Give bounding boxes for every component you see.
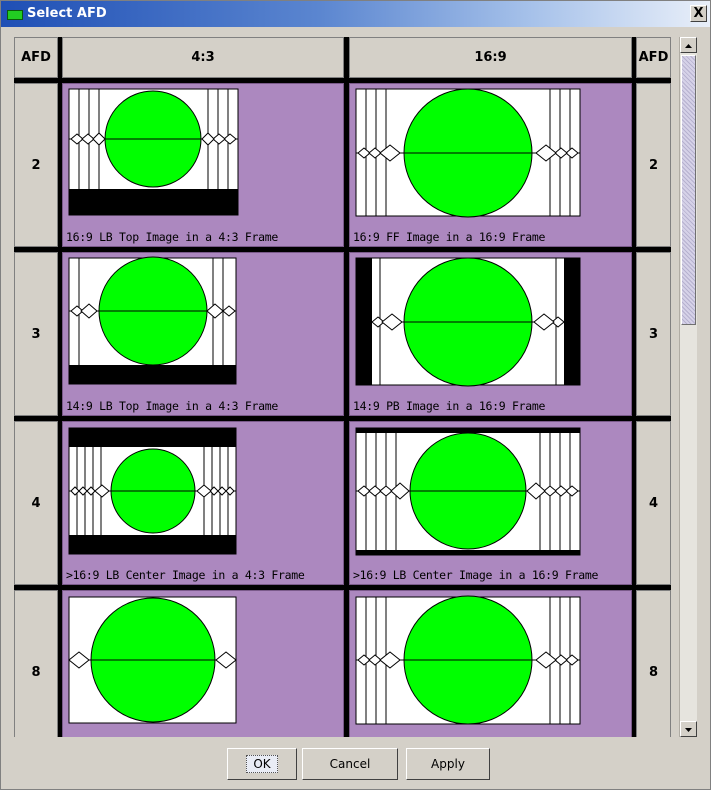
afd-row-label-right: 4 xyxy=(636,421,671,585)
option-caption: 14:9 PB Image in a 16:9 Frame xyxy=(353,399,546,413)
afd-option-16-9[interactable]: 14:9 PB Image in a 16:9 Frame xyxy=(349,252,632,416)
header-16-9: 16:9 xyxy=(349,37,632,78)
afd-option-4-3[interactable]: >16:9 LB Center Image in a 4:3 Frame xyxy=(62,421,344,585)
afd-row-label-right: 2 xyxy=(636,83,671,247)
option-caption: 16:9 FF Image in a 16:9 Frame xyxy=(353,230,546,244)
scroll-down-button[interactable] xyxy=(680,721,697,737)
title-bar[interactable]: Select AFD X xyxy=(1,1,710,27)
close-button[interactable]: X xyxy=(690,5,707,22)
window-app-icon xyxy=(7,10,23,20)
afd-table: AFD 4:3 16:9 AFD 2 16:9 LB Top Image in … xyxy=(14,37,671,737)
afd-3-16-9-diagram xyxy=(355,257,581,387)
afd-3-4-3-diagram xyxy=(68,256,237,385)
afd-8-16-9-diagram xyxy=(355,595,581,725)
afd-row-label-left: 4 xyxy=(14,421,58,585)
scroll-up-arrow-icon xyxy=(685,44,692,48)
afd-2-4-3-diagram xyxy=(68,88,239,216)
afd-option-4-3[interactable]: 16:9 LB Top Image in a 4:3 Frame xyxy=(62,83,344,247)
afd-option-16-9[interactable]: 16:9 FF Image in a 16:9 Frame xyxy=(349,83,632,247)
afd-4-4-3-diagram xyxy=(68,427,237,555)
close-icon: X xyxy=(693,6,704,21)
afd-row-label-left: 8 xyxy=(14,590,58,737)
apply-button[interactable]: Apply xyxy=(406,748,490,780)
header-afd-left: AFD xyxy=(14,37,58,78)
afd-row-label-right: 3 xyxy=(636,252,671,416)
afd-row-label-right: 8 xyxy=(636,590,671,737)
afd-option-4-3[interactable] xyxy=(62,590,344,737)
afd-4-16-9-diagram xyxy=(355,427,581,556)
scrollbar-thumb[interactable] xyxy=(681,55,696,325)
ok-button-label: OK xyxy=(246,755,278,773)
window-title: Select AFD xyxy=(27,6,107,21)
afd-option-4-3[interactable]: 14:9 LB Top Image in a 4:3 Frame xyxy=(62,252,344,416)
afd-2-16-9-diagram xyxy=(355,88,581,218)
option-caption: 16:9 LB Top Image in a 4:3 Frame xyxy=(66,230,278,244)
ok-button[interactable]: OK xyxy=(227,748,297,780)
afd-row-label-left: 2 xyxy=(14,83,58,247)
scroll-up-button[interactable] xyxy=(680,37,697,53)
cancel-button-label: Cancel xyxy=(329,757,371,771)
apply-button-label: Apply xyxy=(431,757,465,771)
option-caption: >16:9 LB Center Image in a 16:9 Frame xyxy=(353,568,599,582)
afd-option-16-9[interactable] xyxy=(349,590,632,737)
afd-row-label-left: 3 xyxy=(14,252,58,416)
scroll-down-arrow-icon xyxy=(685,728,692,732)
select-afd-dialog: Select AFD X AFD 4:3 16:9 AFD 2 16:9 LB … xyxy=(0,0,711,790)
afd-option-16-9[interactable]: >16:9 LB Center Image in a 16:9 Frame xyxy=(349,421,632,585)
vertical-scrollbar[interactable] xyxy=(679,37,697,737)
option-caption: >16:9 LB Center Image in a 4:3 Frame xyxy=(66,568,305,582)
cancel-button[interactable]: Cancel xyxy=(302,748,398,780)
header-afd-right: AFD xyxy=(636,37,671,78)
option-caption: 14:9 LB Top Image in a 4:3 Frame xyxy=(66,399,278,413)
header-4-3: 4:3 xyxy=(62,37,344,78)
afd-8-4-3-diagram xyxy=(68,596,237,724)
